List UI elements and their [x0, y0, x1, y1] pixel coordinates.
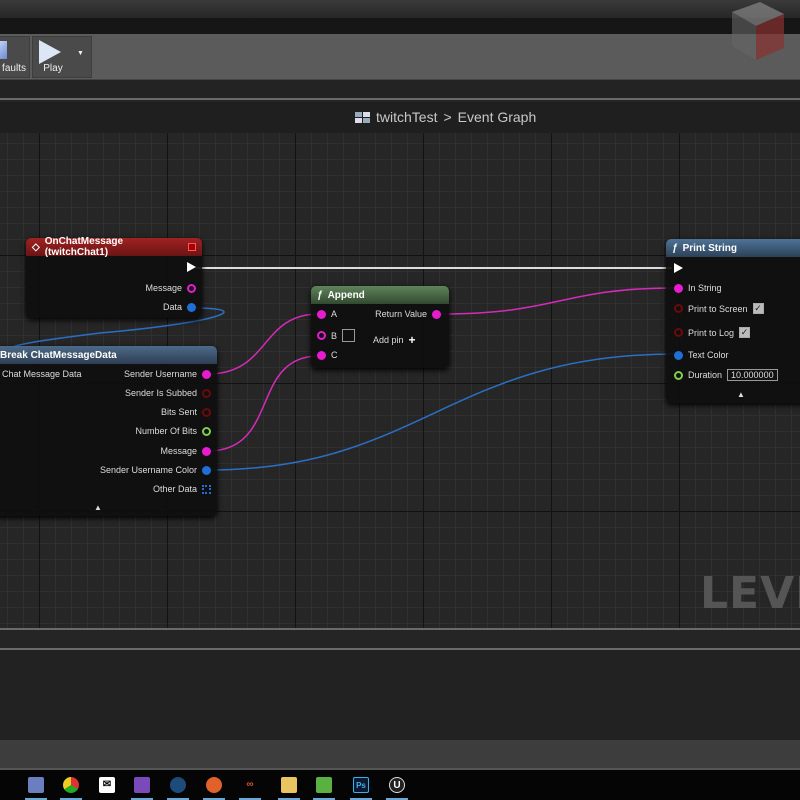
- node-title: Print String: [682, 242, 738, 254]
- other-data-pin[interactable]: [202, 484, 211, 494]
- node-header: ƒ Append: [311, 286, 449, 304]
- play-button[interactable]: ▼ Play: [32, 36, 92, 78]
- sender-is-subbed-pin[interactable]: [202, 388, 211, 398]
- message-pin[interactable]: [187, 283, 196, 293]
- menu-strip: [0, 18, 800, 34]
- pin-label: Duration: [688, 370, 723, 380]
- message-to-c-wire: [207, 355, 320, 452]
- pin-label: A: [331, 309, 338, 319]
- pin-label: In String: [688, 283, 722, 293]
- visual-studio-icon[interactable]: [134, 777, 150, 793]
- break-chat-message-data-node[interactable]: Break ChatMessageData Chat Message Data …: [0, 346, 217, 516]
- sub-toolbar: [0, 80, 800, 100]
- defaults-icon: [0, 41, 7, 59]
- event-graph-canvas[interactable]: LEVEL ◇ OnChatMessage (twitchChat1) Mess…: [0, 133, 800, 628]
- collapse-arrow-icon[interactable]: ▲: [737, 390, 745, 399]
- file-explorer-icon[interactable]: [281, 777, 297, 793]
- sender-username-color-pin[interactable]: [202, 465, 211, 475]
- discord-icon[interactable]: [28, 777, 44, 793]
- pin-label: Message: [145, 283, 182, 293]
- print-to-log-checkbox[interactable]: ✓: [739, 327, 751, 338]
- function-icon: ƒ: [317, 289, 323, 301]
- taskbar: ✉ ∞ Ps U: [0, 770, 800, 800]
- duration-input[interactable]: 10.000000: [727, 369, 778, 381]
- print-to-screen-checkbox[interactable]: ✓: [752, 303, 764, 314]
- pin-label: Return Value: [375, 309, 427, 319]
- notepad-icon[interactable]: [316, 777, 332, 793]
- a-pin[interactable]: [317, 309, 326, 319]
- node-title: Append: [327, 289, 365, 301]
- photoshop-icon[interactable]: Ps: [353, 777, 369, 793]
- play-label: Play: [43, 63, 63, 74]
- b-input-field[interactable]: [342, 329, 356, 342]
- add-pin-label: Add pin: [373, 335, 404, 345]
- text-color-pin[interactable]: [674, 350, 683, 360]
- append-node[interactable]: ƒ Append A B C Return Value Add pin +: [311, 286, 449, 368]
- breadcrumb-blueprint[interactable]: twitchTest: [376, 109, 437, 125]
- toolbar: faults ▼ Play: [0, 2, 800, 80]
- print-to-log-pin[interactable]: [674, 328, 683, 337]
- on-chat-message-node[interactable]: ◇ OnChatMessage (twitchChat1) Message Da…: [26, 236, 202, 318]
- number-of-bits-pin[interactable]: [202, 426, 211, 436]
- play-icon: [39, 40, 61, 64]
- bits-sent-pin[interactable]: [202, 407, 211, 417]
- breadcrumb-separator: >: [443, 109, 452, 125]
- plus-icon: +: [408, 333, 416, 347]
- exec-in-pin[interactable]: [674, 263, 683, 273]
- node-title: Break ChatMessageData: [0, 349, 117, 361]
- title-bar: [0, 0, 800, 18]
- in-string-pin[interactable]: [674, 283, 683, 293]
- delegate-pin-icon[interactable]: [188, 243, 196, 251]
- infinity-icon[interactable]: ∞: [242, 777, 258, 793]
- data-pin[interactable]: [187, 302, 196, 312]
- event-icon: ◇: [32, 241, 40, 253]
- pin-label: B: [331, 330, 338, 341]
- return-to-instring-wire: [439, 287, 676, 315]
- c-pin[interactable]: [317, 350, 326, 360]
- b-pin[interactable]: [317, 331, 326, 340]
- pin-label: Sender Is Subbed: [124, 388, 197, 398]
- duration-pin[interactable]: [674, 370, 683, 380]
- pin-label: Message: [160, 446, 197, 456]
- blueprint-icon: [355, 111, 370, 123]
- pin-label: Text Color: [688, 350, 729, 360]
- pin-label: Sender Username Color: [99, 465, 197, 475]
- sender-username-pin[interactable]: [202, 369, 211, 379]
- mail-icon[interactable]: ✉: [99, 777, 115, 793]
- node-header: ◇ OnChatMessage (twitchChat1): [26, 236, 202, 258]
- unreal-icon[interactable]: U: [389, 777, 405, 793]
- pin-label: Chat Message Data: [2, 369, 82, 379]
- steam-icon[interactable]: [170, 777, 186, 793]
- return-value-pin[interactable]: [432, 309, 441, 319]
- breadcrumb-graph[interactable]: Event Graph: [458, 109, 537, 125]
- function-icon: ƒ: [672, 242, 678, 254]
- pin-label: Data: [162, 302, 182, 312]
- origin-icon[interactable]: [206, 777, 222, 793]
- pin-label: Other Data: [152, 484, 197, 494]
- play-dropdown-icon[interactable]: ▼: [77, 50, 84, 57]
- node-header: Break ChatMessageData: [0, 346, 217, 364]
- node-header: ƒ Print String: [666, 239, 800, 257]
- print-string-node[interactable]: ƒ Print String In String Print to Screen ✓…: [666, 239, 800, 403]
- pin-label: Print to Screen: [688, 303, 748, 314]
- pssbox-logo: [728, 2, 788, 82]
- status-bar: [0, 740, 800, 770]
- pin-label: Number Of Bits: [135, 426, 197, 436]
- collapse-arrow-icon[interactable]: ▲: [94, 503, 102, 512]
- color-to-textcolor-wire: [207, 353, 676, 471]
- pin-label: C: [331, 350, 338, 360]
- add-pin-button[interactable]: Add pin +: [373, 333, 416, 347]
- node-title: OnChatMessage (twitchChat1): [44, 236, 124, 258]
- chrome-icon[interactable]: [63, 777, 79, 793]
- print-to-screen-pin[interactable]: [674, 304, 683, 313]
- username-to-a-wire: [207, 313, 320, 375]
- pin-label: Print to Log: [688, 327, 735, 338]
- bottom-panel: [0, 650, 800, 740]
- exec-out-pin[interactable]: [187, 262, 196, 272]
- pin-label: Bits Sent: [160, 407, 197, 417]
- panel-divider: [0, 628, 800, 650]
- message-pin[interactable]: [202, 446, 211, 456]
- pin-label: Sender Username: [123, 369, 197, 379]
- breadcrumb: twitchTest > Event Graph: [0, 102, 800, 133]
